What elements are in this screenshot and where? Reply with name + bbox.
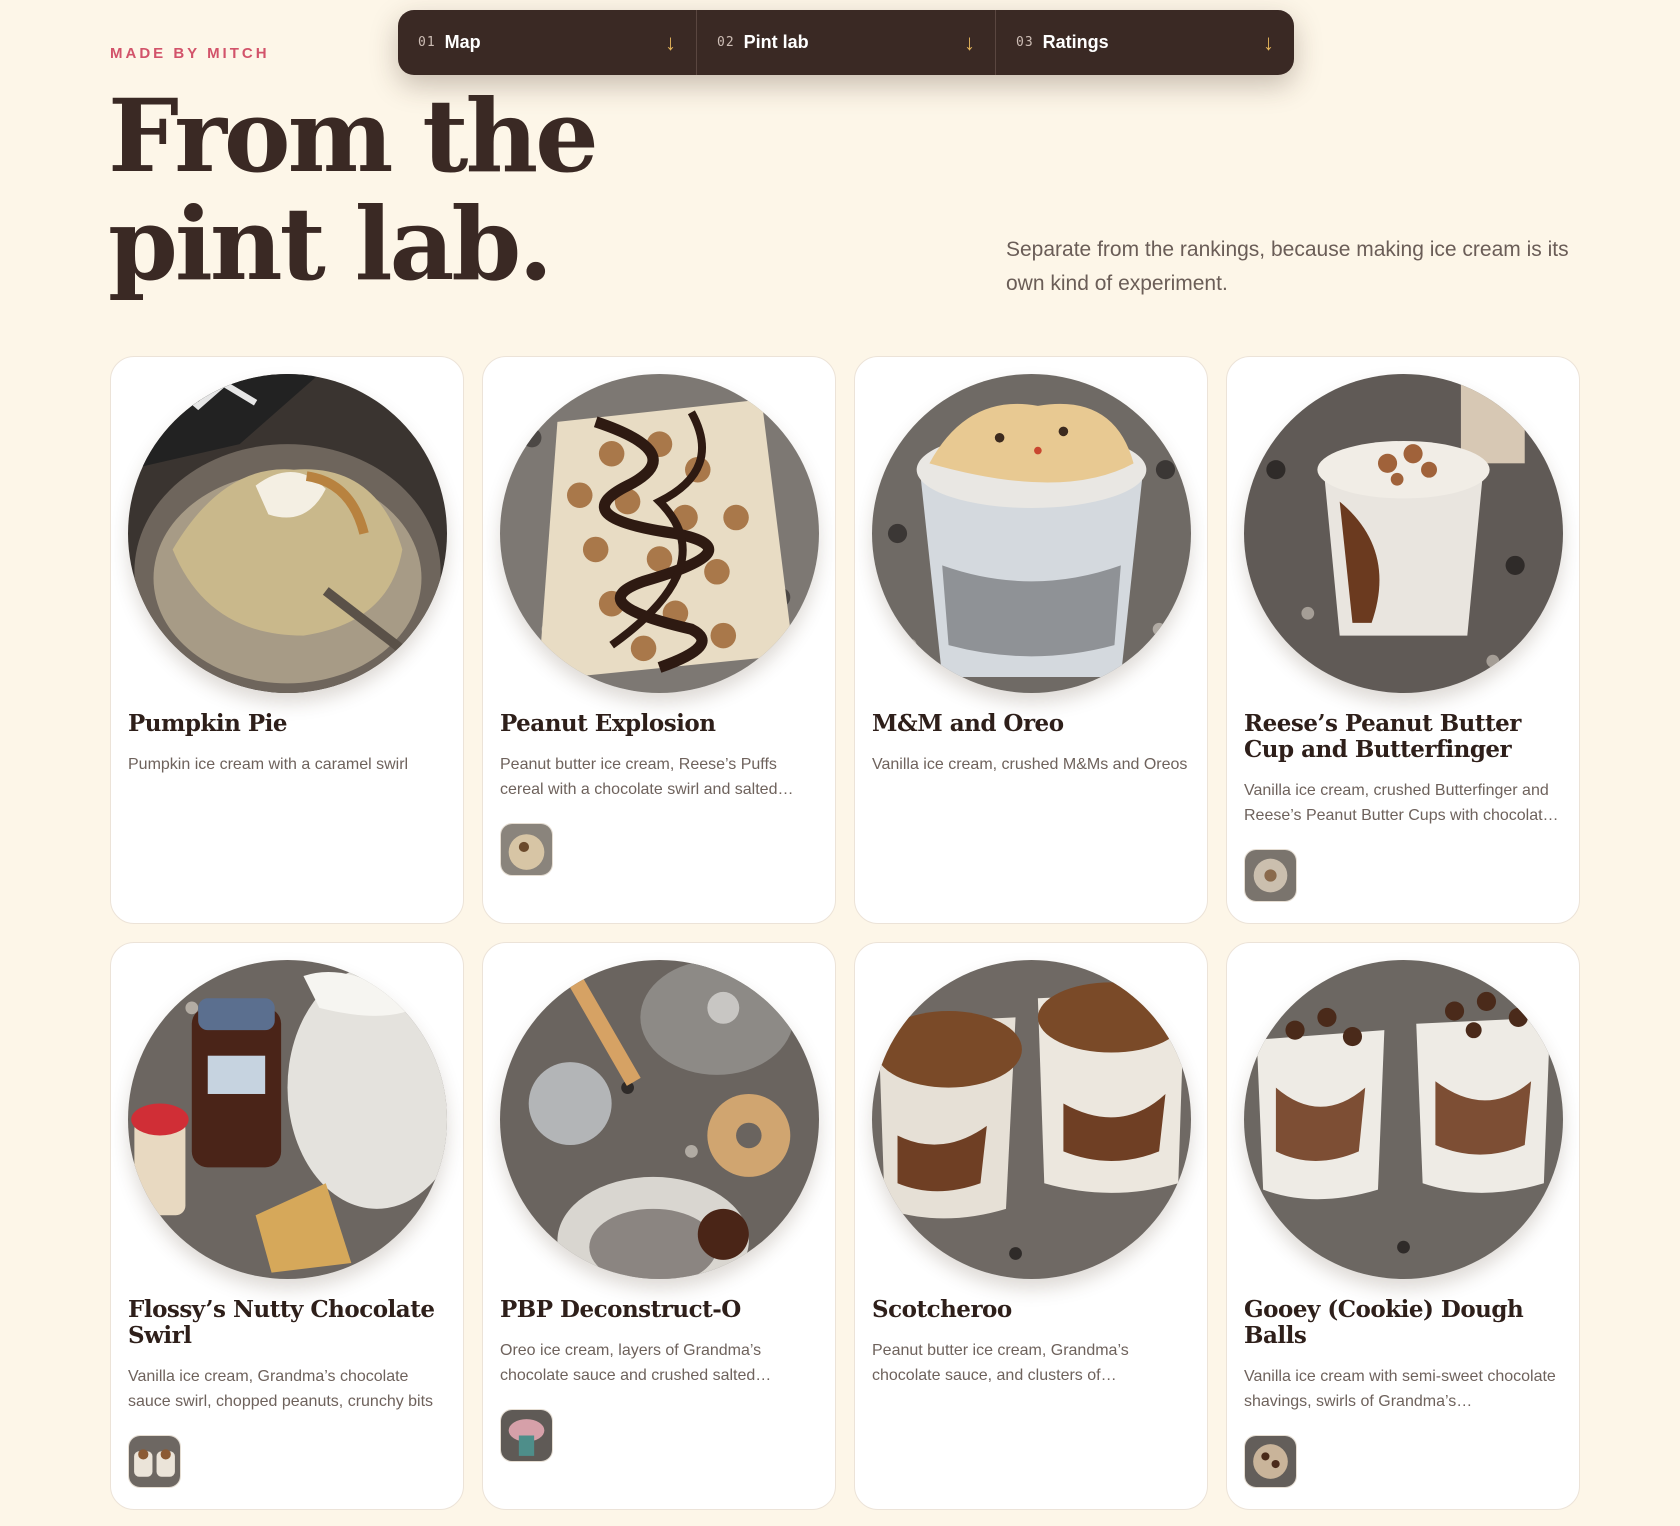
recipe-description: Vanilla ice cream with semi-sweet chocol…: [1244, 1368, 1556, 1410]
arrow-down-icon: ↓: [665, 29, 676, 55]
scotcheroo-photo: [872, 960, 1191, 1279]
nutty-chocolate-photo: [128, 960, 447, 1279]
arrow-down-icon: ↓: [964, 29, 975, 55]
recipe-card[interactable]: Gooey (Cookie) Dough Balls Vanilla ice c…: [1226, 942, 1580, 1510]
peanut-explosion-photo: [500, 374, 819, 693]
recipe-title: Flossy’s Nutty Chocolate Swirl: [128, 1296, 435, 1349]
section-kicker: MADE BY MITCH: [110, 45, 270, 62]
nav-label: Pint lab: [743, 32, 809, 52]
recipe-description: Vanilla ice cream, crushed M&Ms and Oreo…: [872, 756, 1188, 773]
recipe-grid: Pumpkin Pie Pumpkin ice cream with a car…: [110, 356, 1582, 1510]
nav-number: 01: [418, 35, 436, 50]
recipe-title: M&M and Oreo: [872, 710, 1064, 737]
recipe-card[interactable]: Peanut Explosion Peanut butter ice cream…: [482, 356, 836, 924]
page-subtitle: Separate from the rankings, because maki…: [1006, 238, 1569, 295]
recipe-card[interactable]: PBP Deconstruct-O Oreo ice cream, layers…: [482, 942, 836, 1510]
recipe-card[interactable]: Scotcheroo Peanut butter ice cream, Gran…: [854, 942, 1208, 1510]
nav-item-pint-lab[interactable]: 02 Pint lab ↓: [697, 10, 996, 75]
nav-number: 02: [717, 35, 735, 50]
recipe-thumbnail[interactable]: [128, 1435, 181, 1488]
recipe-thumbnail[interactable]: [500, 1409, 553, 1462]
mm-oreo-photo: [872, 374, 1191, 693]
recipe-title: Gooey (Cookie) Dough Balls: [1244, 1296, 1524, 1349]
recipe-thumbnail[interactable]: [1244, 849, 1297, 902]
recipe-title: Scotcheroo: [872, 1296, 1012, 1323]
nav-number: 03: [1016, 35, 1034, 50]
pbp-deconstructo-photo: [500, 960, 819, 1279]
recipe-description: Pumpkin ice cream with a caramel swirl: [128, 756, 409, 773]
recipe-description: Peanut butter ice cream, Grandma’s choco…: [872, 1342, 1129, 1384]
recipe-card[interactable]: Pumpkin Pie Pumpkin ice cream with a car…: [110, 356, 464, 924]
recipe-description: Vanilla ice cream, Grandma’s chocolate s…: [128, 1368, 434, 1410]
recipe-description: Peanut butter ice cream, Reese’s Puffs c…: [500, 756, 794, 798]
reeses-butterfinger-photo: [1244, 374, 1563, 693]
recipe-description: Oreo ice cream, layers of Grandma’s choc…: [500, 1342, 772, 1384]
recipe-card[interactable]: Reese’s Peanut Butter Cup and Butterfing…: [1226, 356, 1580, 924]
nav-item-map[interactable]: 01 Map ↓: [398, 10, 697, 75]
recipe-thumbnail[interactable]: [500, 823, 553, 876]
recipe-card[interactable]: M&M and Oreo Vanilla ice cream, crushed …: [854, 356, 1208, 924]
recipe-description: Vanilla ice cream, crushed Butterfinger …: [1244, 782, 1559, 824]
arrow-down-icon: ↓: [1263, 29, 1274, 55]
pumpkin-pie-photo: [128, 374, 447, 693]
recipe-title: Pumpkin Pie: [128, 710, 288, 737]
section-nav: 01 Map ↓ 02 Pint lab ↓ 03 Ratings ↓: [398, 10, 1294, 75]
recipe-title: Reese’s Peanut Butter Cup and Butterfing…: [1244, 710, 1521, 763]
recipe-card[interactable]: Flossy’s Nutty Chocolate Swirl Vanilla i…: [110, 942, 464, 1510]
nav-label: Ratings: [1042, 32, 1109, 52]
recipe-title: Peanut Explosion: [500, 710, 716, 737]
nav-item-ratings[interactable]: 03 Ratings ↓: [996, 10, 1294, 75]
page-title: From the pint lab.: [108, 77, 599, 303]
nav-label: Map: [444, 32, 481, 52]
cookie-dough-photo: [1244, 960, 1563, 1279]
recipe-thumbnail[interactable]: [1244, 1435, 1297, 1488]
recipe-title: PBP Deconstruct-O: [500, 1296, 741, 1323]
